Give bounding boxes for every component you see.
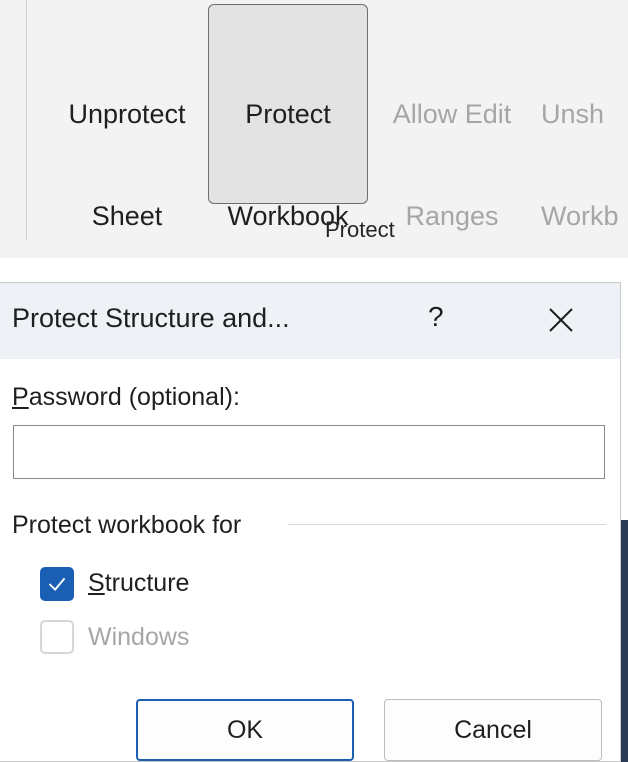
unshare-workbook-label: Unsh Workb	[541, 99, 619, 231]
sheet-background-edge	[620, 520, 628, 762]
dialog-titlebar: Protect Structure and... ?	[0, 283, 620, 359]
structure-label[interactable]: Structure	[88, 569, 189, 598]
ribbon-separator	[26, 0, 27, 240]
ribbon: Unprotect Sheet Protect Workbook Allow E…	[0, 0, 628, 258]
checkmark-icon	[48, 577, 66, 592]
structure-checkbox[interactable]	[40, 567, 74, 601]
ok-button[interactable]: OK	[136, 699, 354, 761]
protect-workbook-for-label: Protect workbook for	[12, 511, 242, 539]
allow-edit-ranges-button[interactable]: Allow Edit Ranges	[372, 4, 532, 231]
protect-workbook-label: Protect Workbook	[227, 99, 349, 231]
group-divider	[288, 524, 606, 525]
allow-edit-ranges-label: Allow Edit Ranges	[392, 99, 512, 231]
password-label: Password (optional):	[12, 383, 240, 411]
dialog-title: Protect Structure and...	[12, 303, 290, 333]
protect-workbook-button[interactable]: Protect Workbook	[208, 4, 368, 231]
cancel-button[interactable]: Cancel	[384, 699, 602, 761]
help-button[interactable]: ?	[428, 301, 444, 333]
ribbon-group-label: Protect	[325, 217, 395, 242]
close-icon[interactable]	[546, 305, 576, 335]
protect-structure-dialog: Protect Structure and... ? Password (opt…	[0, 282, 621, 762]
unprotect-sheet-button[interactable]: Unprotect Sheet	[52, 4, 202, 231]
windows-label: Windows	[88, 623, 190, 651]
unprotect-sheet-label: Unprotect Sheet	[68, 99, 186, 231]
password-input[interactable]	[13, 425, 605, 479]
windows-checkbox[interactable]	[40, 620, 74, 654]
unshare-workbook-button[interactable]: Unsh Workb	[536, 4, 628, 231]
